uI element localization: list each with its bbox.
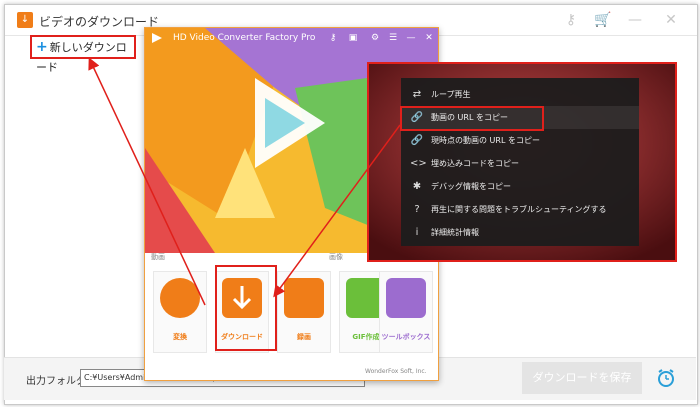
menu-item-stats[interactable]: i 詳細統計情報 — [401, 221, 639, 244]
close-button[interactable]: ✕ — [421, 31, 437, 45]
plus-icon: + — [36, 39, 48, 55]
minimize-button[interactable]: — — [621, 9, 649, 31]
app-download-icon: ↓ — [17, 12, 33, 28]
menu-item-label: 再生に関する問題をトラブルシューティングする — [431, 205, 607, 214]
settings-icon[interactable]: ⚙ — [367, 31, 383, 45]
toolbox-icon — [386, 278, 426, 318]
menu-item-label: ループ再生 — [431, 90, 471, 99]
bug-icon: ✱ — [412, 181, 422, 192]
menu-item-label: 詳細統計情報 — [431, 228, 479, 237]
tools-row: 変換 ダウンロード 録画 GIF作成 ツールボックス — [153, 265, 433, 353]
copy-url-highlight — [400, 106, 544, 131]
download-tool-highlight — [215, 265, 277, 351]
menu-item-copy-embed[interactable]: <> 埋め込みコードをコピー — [401, 152, 639, 175]
converter-logo-icon — [152, 33, 162, 43]
converter-title: HD Video Converter Factory Pro — [173, 33, 316, 43]
menu-icon[interactable]: ☰ — [385, 31, 401, 45]
menu-item-copy-url-time[interactable]: 🔗 現時点の動画の URL をコピー — [401, 129, 639, 152]
section-image-label: 画像 — [329, 253, 343, 261]
menu-item-copy-debug[interactable]: ✱ デバッグ情報をコピー — [401, 175, 639, 198]
cart-icon[interactable]: ▣ — [345, 31, 361, 45]
key-icon[interactable]: ⚷ — [557, 9, 585, 31]
tool-convert-label: 変換 — [173, 333, 187, 341]
code-icon: <> — [410, 158, 427, 169]
loop-icon: ⇄ — [412, 89, 422, 100]
tool-record[interactable]: 録画 — [277, 271, 331, 353]
minimize-button[interactable]: — — [403, 31, 419, 45]
key-icon[interactable]: ⚷ — [325, 31, 341, 45]
window-title: ビデオのダウンロード — [39, 15, 160, 29]
menu-item-troubleshoot[interactable]: ? 再生に関する問題をトラブルシューティングする — [401, 198, 639, 221]
section-video-label: 動画 — [151, 253, 165, 261]
menu-item-label: 現時点の動画の URL をコピー — [431, 136, 540, 145]
download-all-button[interactable]: ダウンロードを保存 — [522, 362, 642, 394]
film-icon — [160, 278, 200, 318]
info-icon: i — [415, 227, 419, 238]
menu-item-loop[interactable]: ⇄ ループ再生 — [401, 83, 639, 106]
close-button[interactable]: ✕ — [657, 9, 685, 31]
tool-record-label: 録画 — [297, 333, 311, 341]
link-icon: 🔗 — [410, 135, 424, 146]
help-icon: ? — [414, 204, 420, 215]
footer-brand: WonderFox Soft, Inc. — [365, 368, 427, 375]
menu-item-label: デバッグ情報をコピー — [431, 182, 511, 191]
tool-convert[interactable]: 変換 — [153, 271, 207, 353]
cart-icon[interactable]: 🛒 — [589, 9, 617, 31]
monitor-icon — [284, 278, 324, 318]
alarm-clock-icon[interactable] — [656, 368, 676, 388]
tool-toolbox-label: ツールボックス — [381, 333, 431, 341]
menu-item-label: 埋め込みコードをコピー — [431, 159, 519, 168]
context-menu: ⇄ ループ再生 🔗 動画の URL をコピー 🔗 現時点の動画の URL をコピー <… — [401, 78, 639, 246]
new-download-button[interactable]: + 新しいダウンロード — [30, 35, 136, 74]
tool-toolbox[interactable]: ツールボックス — [379, 271, 433, 353]
